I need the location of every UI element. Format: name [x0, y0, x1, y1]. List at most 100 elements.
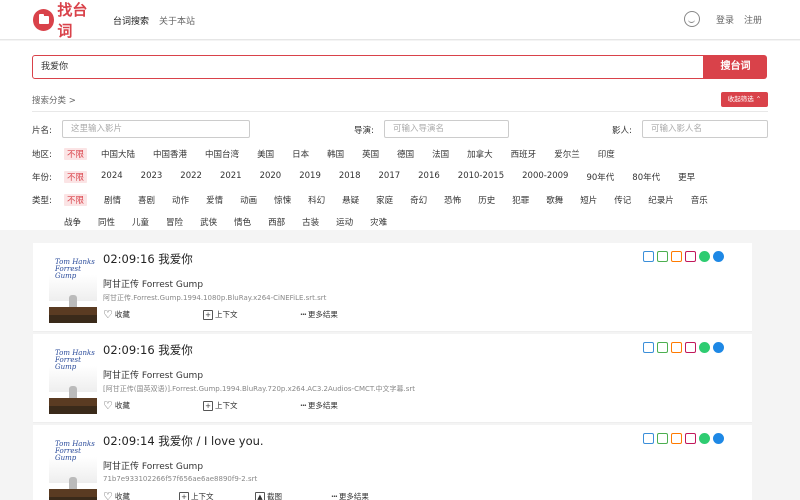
type-option[interactable]: 奇幻 — [410, 194, 427, 206]
context-button[interactable]: + 上下文 — [203, 309, 238, 320]
smiley-icon[interactable] — [683, 11, 700, 27]
video-icon[interactable] — [657, 251, 668, 262]
year-option[interactable]: 2016 — [418, 171, 440, 183]
type-option[interactable]: 家庭 — [376, 194, 393, 206]
type-option[interactable]: 武侠 — [200, 216, 217, 228]
year-option[interactable]: 2021 — [220, 171, 242, 183]
type-option[interactable]: 惊悚 — [274, 194, 291, 206]
year-option[interactable]: 2018 — [339, 171, 361, 183]
type-option[interactable]: 历史 — [478, 194, 495, 206]
type-option[interactable]: 喜剧 — [138, 194, 155, 206]
video-icon[interactable] — [657, 342, 668, 353]
type-option[interactable]: 剧情 — [104, 194, 121, 206]
bilibili-icon[interactable] — [713, 251, 724, 262]
region-option[interactable]: 中国香港 — [153, 148, 187, 160]
type-option[interactable]: 悬疑 — [342, 194, 359, 206]
movie-poster[interactable]: Tom Hanks Forrest Gump — [49, 251, 97, 323]
type-option[interactable]: 西部 — [268, 216, 285, 228]
year-option[interactable]: 80年代 — [632, 171, 660, 183]
category-title[interactable]: 搜索分类 > — [32, 94, 76, 106]
type-option[interactable]: 音乐 — [691, 194, 708, 206]
movie-poster[interactable]: Tom Hanks Forrest Gump — [49, 433, 97, 500]
year-option[interactable]: 不限 — [64, 171, 88, 183]
year-option[interactable]: 2010-2015 — [458, 171, 504, 183]
year-option[interactable]: 2000-2009 — [522, 171, 568, 183]
search-input[interactable]: 我爱你 — [32, 55, 704, 79]
subtitle-time-text[interactable]: 02:09:14 我爱你 / I love you. — [103, 433, 264, 449]
subtitle-time-text[interactable]: 02:09:16 我爱你 — [103, 342, 193, 358]
search-button[interactable]: 搜台词 — [704, 55, 767, 79]
more-results-button[interactable]: ••• 更多结果 — [300, 400, 338, 411]
type-option[interactable]: 古装 — [302, 216, 319, 228]
type-option[interactable]: 不限 — [64, 194, 88, 206]
year-option[interactable]: 2024 — [101, 171, 123, 183]
type-option[interactable]: 冒险 — [166, 216, 183, 228]
context-button[interactable]: + 上下文 — [203, 400, 238, 411]
type-option[interactable]: 纪录片 — [648, 194, 674, 206]
calendar-icon[interactable] — [643, 433, 654, 444]
type-option[interactable]: 短片 — [580, 194, 597, 206]
more-results-button[interactable]: ••• 更多结果 — [331, 491, 369, 500]
actor-input[interactable]: 可输入影人名 — [642, 120, 768, 138]
type-option[interactable]: 战争 — [64, 216, 81, 228]
region-option[interactable]: 日本 — [292, 148, 309, 160]
year-option[interactable]: 2022 — [180, 171, 202, 183]
type-option[interactable]: 犯罪 — [512, 194, 529, 206]
bilibili-icon[interactable] — [713, 433, 724, 444]
year-option[interactable]: 2020 — [260, 171, 282, 183]
type-option[interactable]: 恐怖 — [444, 194, 461, 206]
region-option[interactable]: 不限 — [64, 148, 88, 160]
calendar-icon[interactable] — [643, 251, 654, 262]
movie-title[interactable]: 阿甘正传 Forrest Gump — [103, 277, 203, 290]
site-logo[interactable]: 找台词 — [33, 1, 101, 40]
movie-input[interactable]: 这里输入影片 — [62, 120, 250, 138]
calendar-icon[interactable] — [643, 342, 654, 353]
nav-search[interactable]: 台词搜索 — [113, 14, 149, 27]
year-option[interactable]: 更早 — [678, 171, 695, 183]
type-option[interactable]: 运动 — [336, 216, 353, 228]
movie-poster[interactable]: Tom Hanks Forrest Gump — [49, 342, 97, 414]
year-option[interactable]: 90年代 — [586, 171, 614, 183]
type-option[interactable]: 动画 — [240, 194, 257, 206]
type-option[interactable]: 爱情 — [206, 194, 223, 206]
favorite-button[interactable]: ♡ 收藏 — [103, 400, 130, 411]
bilibili-icon[interactable] — [713, 342, 724, 353]
more-results-button[interactable]: ••• 更多结果 — [300, 309, 338, 320]
m-icon[interactable] — [685, 342, 696, 353]
region-option[interactable]: 中国台湾 — [205, 148, 239, 160]
play-icon[interactable] — [699, 342, 710, 353]
mango-icon[interactable] — [671, 433, 682, 444]
collapse-filter-button[interactable]: 收起筛选 ⌃ — [721, 92, 768, 107]
m-icon[interactable] — [685, 433, 696, 444]
type-option[interactable]: 歌舞 — [546, 194, 563, 206]
movie-title[interactable]: 阿甘正传 Forrest Gump — [103, 368, 203, 381]
subtitle-time-text[interactable]: 02:09:16 我爱你 — [103, 251, 193, 267]
director-input[interactable]: 可输入导演名 — [384, 120, 509, 138]
favorite-button[interactable]: ♡ 收藏 — [103, 491, 130, 500]
region-option[interactable]: 中国大陆 — [101, 148, 135, 160]
movie-title[interactable]: 阿甘正传 Forrest Gump — [103, 459, 203, 472]
favorite-button[interactable]: ♡ 收藏 — [103, 309, 130, 320]
region-option[interactable]: 韩国 — [327, 148, 344, 160]
region-option[interactable]: 法国 — [432, 148, 449, 160]
region-option[interactable]: 西班牙 — [511, 148, 537, 160]
video-icon[interactable] — [657, 433, 668, 444]
login-link[interactable]: 登录 — [716, 13, 734, 26]
type-option[interactable]: 同性 — [98, 216, 115, 228]
mango-icon[interactable] — [671, 342, 682, 353]
type-option[interactable]: 情色 — [234, 216, 251, 228]
type-option[interactable]: 灾难 — [370, 216, 387, 228]
play-icon[interactable] — [699, 251, 710, 262]
type-option[interactable]: 儿童 — [132, 216, 149, 228]
region-option[interactable]: 德国 — [397, 148, 414, 160]
year-option[interactable]: 2019 — [299, 171, 321, 183]
region-option[interactable]: 爱尔兰 — [554, 148, 580, 160]
context-button[interactable]: + 上下文 — [179, 491, 214, 500]
year-option[interactable]: 2023 — [141, 171, 163, 183]
region-option[interactable]: 英国 — [362, 148, 379, 160]
nav-about[interactable]: 关于本站 — [159, 14, 195, 27]
type-option[interactable]: 传记 — [614, 194, 631, 206]
register-link[interactable]: 注册 — [744, 13, 762, 26]
play-icon[interactable] — [699, 433, 710, 444]
type-option[interactable]: 科幻 — [308, 194, 325, 206]
